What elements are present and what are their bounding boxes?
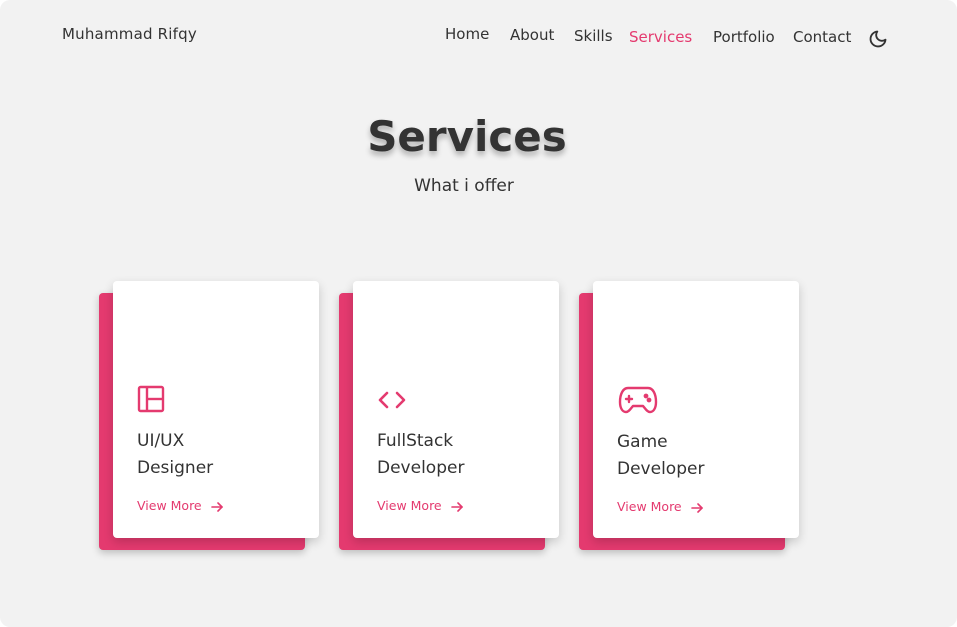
nav-item-skills[interactable]: Skills: [574, 27, 613, 45]
nav-item-home[interactable]: Home: [445, 25, 489, 43]
arrow-right-icon: [690, 502, 703, 513]
service-title-line: UI/UX: [137, 431, 185, 451]
view-more-label: View More: [377, 498, 442, 513]
service-title-line: Developer: [377, 458, 465, 478]
page-subtitle: What i offer: [414, 176, 514, 196]
service-card-game: Game Developer View More: [579, 281, 799, 550]
service-title-line: Designer: [137, 458, 214, 478]
arrow-right-icon: [210, 501, 223, 512]
service-title-line: Game: [617, 432, 668, 452]
code-icon: [376, 384, 408, 416]
view-more-link[interactable]: View More: [617, 499, 704, 515]
theme-toggle-button[interactable]: [868, 29, 888, 49]
nav-item-about[interactable]: About: [510, 26, 554, 44]
service-card-uiux: UI/UX Designer View More: [99, 281, 319, 550]
nav-item-portfolio[interactable]: Portfolio: [713, 28, 775, 46]
nav-item-services[interactable]: Services: [629, 28, 692, 46]
service-card-fullstack: FullStack Developer View More: [339, 281, 559, 550]
view-more-link[interactable]: View More: [377, 498, 464, 514]
moon-icon: [869, 30, 887, 48]
layout-icon: [136, 384, 168, 416]
service-title: FullStack Developer: [377, 428, 547, 482]
service-title: UI/UX Designer: [137, 428, 307, 482]
page: Muhammad Rifqy Home About Skills Service…: [0, 0, 957, 627]
service-card: UI/UX Designer View More: [113, 281, 319, 538]
service-card: FullStack Developer View More: [353, 281, 559, 538]
service-title: Game Developer: [617, 429, 787, 483]
nav-item-contact[interactable]: Contact: [793, 28, 851, 46]
gamepad-icon: [618, 382, 658, 416]
page-title: Services: [367, 112, 567, 161]
service-title-line: FullStack: [377, 431, 454, 451]
view-more-label: View More: [617, 499, 682, 514]
view-more-link[interactable]: View More: [137, 498, 224, 514]
site-logo[interactable]: Muhammad Rifqy: [62, 25, 197, 43]
service-title-line: Developer: [617, 459, 705, 479]
view-more-label: View More: [137, 498, 202, 513]
arrow-right-icon: [450, 501, 463, 512]
service-card: Game Developer View More: [593, 281, 799, 538]
